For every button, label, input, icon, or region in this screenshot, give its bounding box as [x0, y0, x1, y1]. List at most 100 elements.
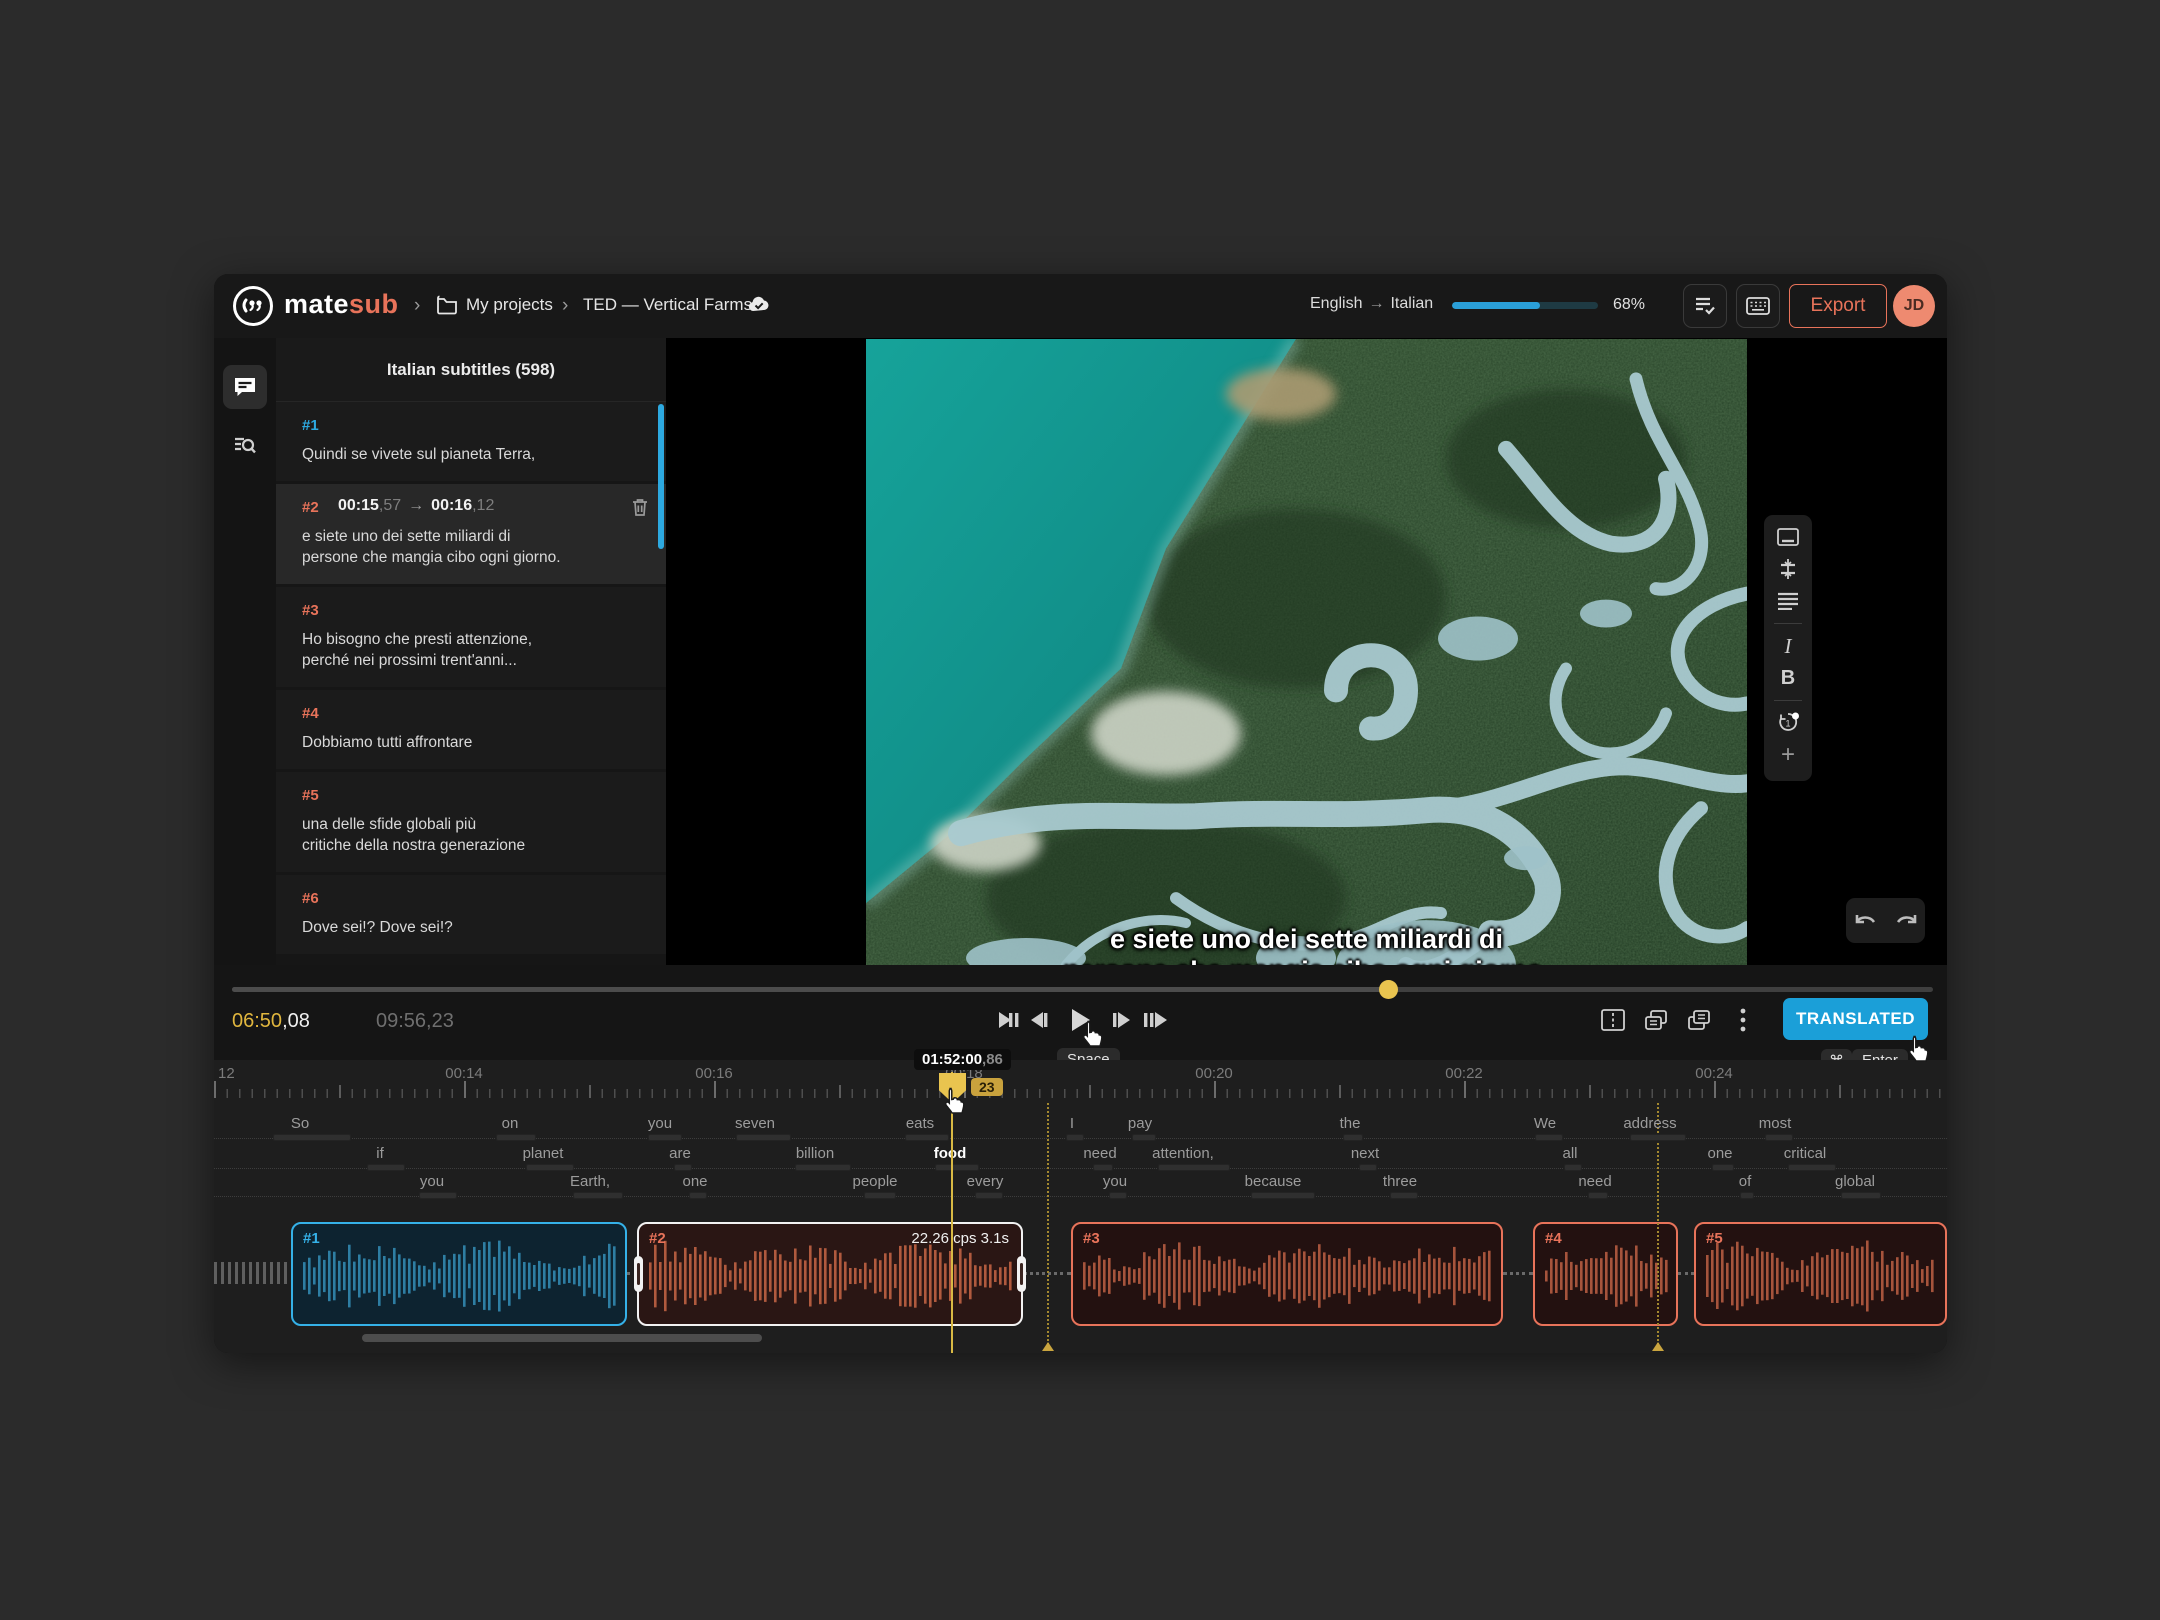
skip-forward-button[interactable]: [1138, 1004, 1172, 1036]
word-timing-bar[interactable]: [496, 1134, 536, 1141]
timeline-word[interactable]: seven: [735, 1115, 775, 1132]
add-style-button[interactable]: +: [1776, 743, 1800, 767]
duplicate-view-button[interactable]: [1639, 1005, 1673, 1035]
timeline-word[interactable]: eats: [906, 1115, 934, 1132]
word-timing-bar[interactable]: [1066, 1134, 1084, 1141]
search-subtitles-button[interactable]: [223, 424, 267, 468]
timeline-word[interactable]: global: [1835, 1173, 1875, 1190]
subtitle-text-line[interactable]: Quindi se vivete sul pianeta Terra,: [302, 444, 646, 465]
timeline-word[interactable]: We: [1534, 1115, 1556, 1132]
seek-knob[interactable]: [1379, 980, 1398, 999]
word-timing-bar[interactable]: [975, 1192, 1003, 1199]
subtitle-position-button[interactable]: [1776, 525, 1800, 549]
subtitle-text-line[interactable]: perché nei prossimi trent'anni...: [302, 650, 646, 671]
timeline-word[interactable]: need: [1083, 1145, 1116, 1162]
bold-button[interactable]: B: [1776, 666, 1800, 690]
word-timing-bar[interactable]: [648, 1134, 682, 1141]
subtitles-tab-button[interactable]: [223, 365, 267, 409]
vertical-align-button[interactable]: [1776, 557, 1800, 581]
timeline-word[interactable]: three: [1383, 1173, 1417, 1190]
subtitle-text-line[interactable]: Dobbiamo tutti affrontare: [302, 732, 646, 753]
word-timing-bar[interactable]: [367, 1164, 405, 1171]
word-timing-bar[interactable]: [1630, 1134, 1686, 1141]
timeline-word[interactable]: address: [1623, 1115, 1676, 1132]
word-timing-bar[interactable]: [1740, 1192, 1754, 1199]
timeline-word[interactable]: if: [376, 1145, 384, 1162]
user-avatar[interactable]: JD: [1893, 285, 1935, 327]
timeline-word[interactable]: are: [669, 1145, 691, 1162]
word-timing-bar[interactable]: [273, 1134, 351, 1141]
subtitle-text-line[interactable]: critiche della nostra generazione: [302, 835, 646, 856]
word-timing-bar[interactable]: [1109, 1192, 1127, 1199]
subtitle-item[interactable]: #1Quindi se vivete sul pianeta Terra,: [276, 402, 666, 481]
subtitle-list-scrollbar[interactable]: [658, 404, 664, 549]
timeline-word[interactable]: you: [1103, 1173, 1127, 1190]
skip-back-button[interactable]: [991, 1004, 1025, 1036]
timeline-word[interactable]: people: [852, 1173, 897, 1190]
subtitle-text-line[interactable]: una delle sfide globali più: [302, 814, 646, 835]
split-view-button[interactable]: [1596, 1005, 1630, 1035]
word-timing-bar[interactable]: [1788, 1164, 1836, 1171]
video-seek-bar[interactable]: [232, 987, 1933, 992]
trim-handle-right[interactable]: [1017, 1256, 1026, 1292]
matesub-logo-icon[interactable]: [232, 285, 274, 327]
subtitle-text-line[interactable]: Dove sei!? Dove sei!?: [302, 917, 646, 938]
undo-icon[interactable]: [1853, 912, 1879, 930]
timeline-word[interactable]: Earth,: [570, 1173, 610, 1190]
word-timing-bar[interactable]: [905, 1134, 949, 1141]
subtitle-item[interactable]: #4Dobbiamo tutti affrontare: [276, 690, 666, 769]
audio-clip-5[interactable]: #5: [1694, 1222, 1947, 1326]
timeline-word[interactable]: need: [1578, 1173, 1611, 1190]
word-timing-bar[interactable]: [1564, 1164, 1582, 1171]
word-timing-bar[interactable]: [1132, 1134, 1156, 1141]
timeline-word[interactable]: one: [682, 1173, 707, 1190]
keyboard-shortcuts-button[interactable]: [1736, 284, 1780, 328]
timeline-word[interactable]: attention,: [1152, 1145, 1214, 1162]
timeline-word[interactable]: all: [1562, 1145, 1577, 1162]
word-timing-bar[interactable]: [1251, 1192, 1315, 1199]
timeline-word[interactable]: of: [1739, 1173, 1752, 1190]
italic-button[interactable]: I: [1776, 634, 1800, 658]
next-frame-button[interactable]: [1105, 1004, 1139, 1036]
audio-clip-2[interactable]: #222.26 cps 3.1s: [637, 1222, 1023, 1326]
brand-name[interactable]: matesub: [284, 289, 399, 320]
timeline-word[interactable]: planet: [523, 1145, 564, 1162]
delete-subtitle-icon[interactable]: [632, 498, 648, 517]
timeline-word[interactable]: one: [1707, 1145, 1732, 1162]
timeline-word[interactable]: pay: [1128, 1115, 1152, 1132]
timeline-word[interactable]: the: [1340, 1115, 1361, 1132]
timeline-horizontal-scrollbar[interactable]: [362, 1334, 762, 1342]
word-timing-bar[interactable]: [1359, 1164, 1377, 1171]
subtitle-timecodes[interactable]: 00:15,57→00:16,12: [338, 497, 494, 515]
more-options-button[interactable]: [1726, 1005, 1760, 1035]
subtitle-text-line[interactable]: e siete uno dei sette miliardi di: [302, 526, 646, 547]
word-timing-bar[interactable]: [689, 1192, 707, 1199]
timeline-word[interactable]: So: [291, 1115, 309, 1132]
subtitle-item[interactable]: #6Dove sei!? Dove sei!?: [276, 875, 666, 954]
layout-view-button[interactable]: [1682, 1005, 1716, 1035]
timeline-word[interactable]: critical: [1784, 1145, 1827, 1162]
word-timing-bar[interactable]: [795, 1164, 851, 1171]
timeline-word[interactable]: you: [420, 1173, 444, 1190]
breadcrumb-project[interactable]: TED — Vertical Farms: [583, 295, 752, 315]
audio-clip-3[interactable]: #3: [1071, 1222, 1503, 1326]
word-timing-bar[interactable]: [1712, 1164, 1734, 1171]
previous-frame-button[interactable]: [1021, 1004, 1055, 1036]
subtitle-check-button[interactable]: [1683, 284, 1727, 328]
breadcrumb-my-projects[interactable]: My projects: [466, 295, 553, 315]
subtitle-text-line[interactable]: persone che mangia cibo ogni giorno.: [302, 547, 646, 568]
timeline-word[interactable]: on: [502, 1115, 519, 1132]
word-timing-bar[interactable]: [526, 1164, 574, 1171]
word-timing-bar[interactable]: [674, 1164, 692, 1171]
subtitle-item[interactable]: #3Ho bisogno che presti attenzione,perch…: [276, 587, 666, 687]
word-timing-bar[interactable]: [736, 1134, 791, 1141]
text-align-button[interactable]: [1776, 589, 1800, 613]
word-timing-bar[interactable]: [1535, 1134, 1563, 1141]
timeline-word[interactable]: next: [1351, 1145, 1379, 1162]
audio-clip-1[interactable]: #1: [291, 1222, 627, 1326]
video-player-area[interactable]: e siete uno dei sette miliardi di person…: [666, 338, 1947, 965]
timeline-word[interactable]: most: [1759, 1115, 1792, 1132]
trim-handle-left[interactable]: [634, 1256, 643, 1292]
timeline-ruler[interactable]: 1200:1400:1600:1800:2000:2200:24: [214, 1060, 1947, 1100]
word-timing-bar[interactable]: [1588, 1192, 1608, 1199]
